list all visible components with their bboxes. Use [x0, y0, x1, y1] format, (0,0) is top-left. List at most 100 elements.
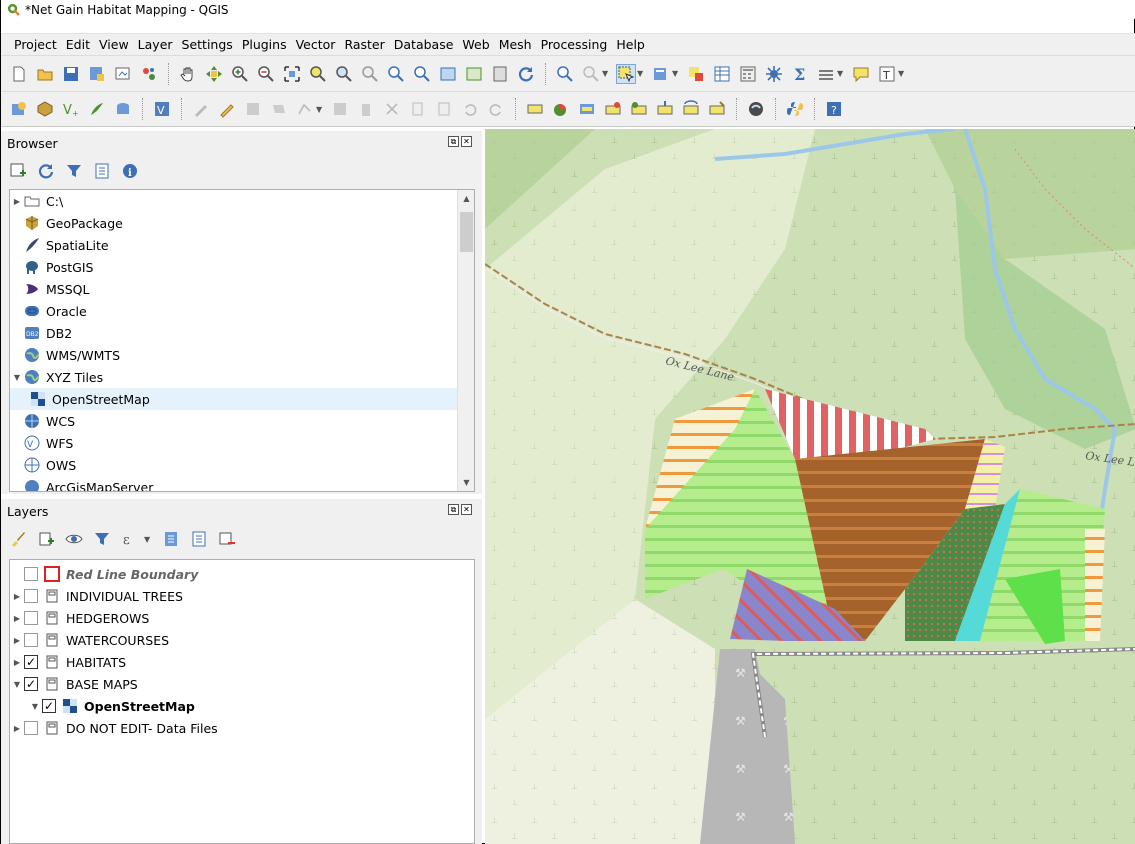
chevron-right-icon[interactable]: ▶ — [10, 592, 24, 601]
info-icon[interactable]: i — [121, 162, 139, 180]
help-contents-icon[interactable]: ? — [824, 99, 844, 119]
actions-icon[interactable] — [581, 64, 601, 84]
browser-item-spatialite[interactable]: SpatiaLite — [10, 234, 474, 256]
layer-visibility-checkbox[interactable] — [24, 611, 38, 625]
browser-item-wms-wmts[interactable]: WMS/WMTS — [10, 344, 474, 366]
scrollbar-thumb[interactable] — [460, 212, 473, 252]
browser-item-oracle[interactable]: Oracle — [10, 300, 474, 322]
undo-icon[interactable] — [460, 99, 480, 119]
new-spatialite-layer-icon[interactable] — [87, 99, 107, 119]
browser-item-drive-c[interactable]: ▶ C:\ — [10, 190, 474, 212]
map-canvas[interactable]: ⊥ ⊥ — [485, 129, 1135, 844]
layer-visibility-checkbox[interactable]: ✓ — [24, 655, 38, 669]
browser-item-wcs[interactable]: WCS — [10, 410, 474, 432]
text-annotation-icon[interactable]: T — [877, 64, 897, 84]
layer-base-maps[interactable]: ▼ ✓ BASE MAPS — [10, 673, 474, 695]
menu-processing[interactable]: Processing — [541, 37, 608, 52]
pin-labels-icon[interactable] — [603, 99, 623, 119]
menu-raster[interactable]: Raster — [344, 37, 384, 52]
cut-features-icon[interactable] — [382, 99, 402, 119]
menu-database[interactable]: Database — [394, 37, 454, 52]
zoom-selection-icon[interactable] — [308, 64, 328, 84]
highlight-pinned-labels-icon[interactable] — [577, 99, 597, 119]
chevron-right-icon[interactable]: ▶ — [10, 614, 24, 623]
filter-icon[interactable] — [65, 162, 83, 180]
expand-all-icon[interactable] — [162, 530, 180, 548]
chevron-down-icon[interactable]: ▼ — [28, 702, 42, 711]
pan-hand-icon[interactable] — [178, 64, 198, 84]
browser-item-postgis[interactable]: PostGIS — [10, 256, 474, 278]
refresh-icon[interactable] — [37, 162, 55, 180]
browser-item-ows[interactable]: OWS — [10, 454, 474, 476]
manage-visibility-eye-icon[interactable] — [65, 530, 83, 548]
layer-do-not-edit-data-files[interactable]: ▶ DO NOT EDIT- Data Files — [10, 717, 474, 739]
move-label-icon[interactable] — [655, 99, 675, 119]
layer-visibility-checkbox[interactable] — [24, 633, 38, 647]
browser-item-geopackage[interactable]: GeoPackage — [10, 212, 474, 234]
attribute-table-icon[interactable] — [712, 64, 732, 84]
map-rendering[interactable]: ⊥ ⊥ — [485, 129, 1135, 844]
menu-view[interactable]: View — [99, 37, 129, 52]
add-selected-layers-icon[interactable] — [9, 162, 27, 180]
bookmark-icon[interactable] — [490, 64, 510, 84]
identify-features-icon[interactable] — [555, 64, 575, 84]
new-temporary-layer-icon[interactable] — [113, 99, 133, 119]
save-project-icon[interactable] — [61, 64, 81, 84]
collapse-all-icon[interactable] — [190, 530, 208, 548]
menu-plugins[interactable]: Plugins — [242, 37, 287, 52]
filter-legend-icon[interactable] — [93, 530, 111, 548]
processing-toolbox-icon[interactable] — [764, 64, 784, 84]
browser-scrollbar[interactable]: ▲ ▼ — [457, 190, 474, 491]
rotate-label-icon[interactable] — [681, 99, 701, 119]
add-group-icon[interactable] — [37, 530, 55, 548]
float-panel-icon[interactable]: ⧉ — [448, 504, 459, 515]
browser-item-db2[interactable]: DB2 DB2 — [10, 322, 474, 344]
zoom-layer-icon[interactable] — [334, 64, 354, 84]
layer-individual-trees[interactable]: ▶ INDIVIDUAL TREES — [10, 585, 474, 607]
new-map-view-icon[interactable] — [438, 64, 458, 84]
change-label-icon[interactable] — [707, 99, 727, 119]
chevron-down-icon[interactable]: ▼ — [672, 69, 680, 78]
menu-vector[interactable]: Vector — [296, 37, 336, 52]
new-virtual-layer-icon[interactable]: V — [152, 99, 172, 119]
menu-help[interactable]: Help — [616, 37, 645, 52]
layer-diagram-icon[interactable] — [551, 99, 571, 119]
style-paintbrush-icon[interactable] — [9, 530, 27, 548]
deselect-all-icon[interactable] — [686, 64, 706, 84]
chevron-right-icon[interactable]: ▶ — [10, 658, 24, 667]
filter-expression-icon[interactable]: ε — [121, 530, 139, 548]
field-calculator-icon[interactable] — [738, 64, 758, 84]
chevron-right-icon[interactable]: ▶ — [10, 636, 24, 645]
layer-openstreetmap[interactable]: ▼ ✓ OpenStreetMap — [10, 695, 474, 717]
add-feature-icon[interactable] — [269, 99, 289, 119]
menu-web[interactable]: Web — [462, 37, 489, 52]
save-edits-icon[interactable] — [243, 99, 263, 119]
layer-red-line-boundary[interactable]: Red Line Boundary — [10, 563, 474, 585]
zoom-last-icon[interactable] — [386, 64, 406, 84]
show-hide-labels-icon[interactable] — [629, 99, 649, 119]
style-manager-icon[interactable] — [139, 64, 159, 84]
menu-layer[interactable]: Layer — [138, 37, 173, 52]
zoom-native-icon[interactable] — [360, 64, 380, 84]
browser-item-openstreetmap[interactable]: OpenStreetMap — [10, 388, 474, 410]
close-panel-icon[interactable]: ✕ — [461, 504, 472, 515]
select-features-icon[interactable] — [616, 63, 636, 84]
layer-visibility-checkbox[interactable]: ✓ — [24, 677, 38, 691]
refresh-icon[interactable] — [516, 64, 536, 84]
browser-item-wfs[interactable]: V WFS — [10, 432, 474, 454]
chevron-down-icon[interactable]: ▼ — [602, 69, 610, 78]
statistics-sigma-icon[interactable]: Σ — [790, 64, 810, 84]
pan-to-selection-icon[interactable] — [204, 64, 224, 84]
label-toolbar-icon[interactable] — [525, 99, 545, 119]
quickmapservices-icon[interactable] — [746, 99, 766, 119]
delete-selected-icon[interactable] — [356, 99, 376, 119]
close-panel-icon[interactable]: ✕ — [461, 136, 472, 147]
zoom-in-icon[interactable] — [230, 64, 250, 84]
open-project-icon[interactable] — [35, 64, 55, 84]
new-project-icon[interactable] — [9, 64, 29, 84]
menu-project[interactable]: Project — [14, 37, 57, 52]
browser-item-arcgis[interactable]: ArcGisMapServer — [10, 476, 474, 491]
layer-hedgerows[interactable]: ▶ HEDGEROWS — [10, 607, 474, 629]
menu-edit[interactable]: Edit — [66, 37, 90, 52]
scroll-down-icon[interactable]: ▼ — [458, 474, 474, 491]
